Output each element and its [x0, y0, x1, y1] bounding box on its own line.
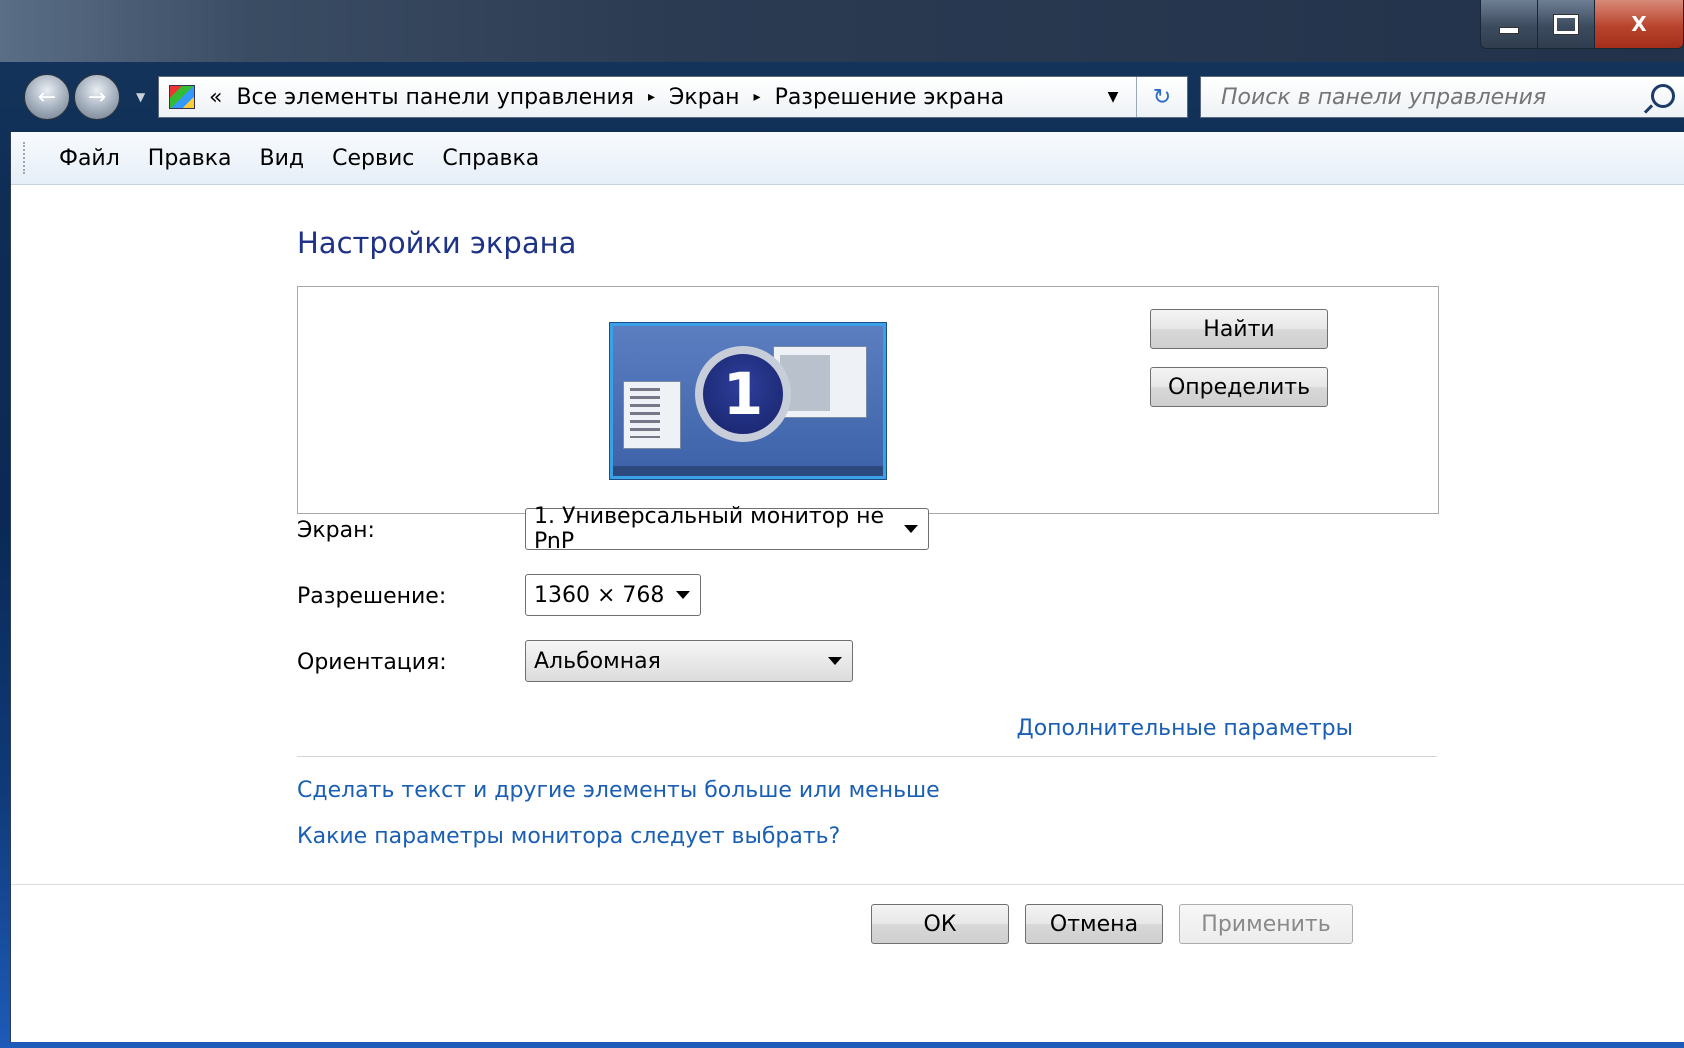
window-controls: X	[1480, 0, 1684, 49]
orientation-select[interactable]: Альбомная	[525, 640, 853, 682]
address-dropdown-icon[interactable]: ▼	[1095, 77, 1131, 117]
close-icon: X	[1631, 12, 1647, 36]
monitor-number-badge: 1	[695, 346, 791, 442]
breadcrumb-separator-icon[interactable]: ▸	[754, 89, 761, 105]
chevron-down-icon	[904, 525, 918, 533]
ok-button[interactable]: ОК	[871, 904, 1009, 944]
search-box[interactable]	[1200, 76, 1684, 118]
menu-edit[interactable]: Правка	[148, 146, 232, 171]
orientation-label: Ориентация:	[297, 650, 447, 675]
resolution-label: Разрешение:	[297, 584, 447, 609]
breadcrumb-overflow[interactable]: «	[209, 85, 222, 110]
menu-grip	[23, 142, 29, 174]
find-button[interactable]: Найти	[1150, 309, 1328, 349]
search-input[interactable]	[1219, 83, 1623, 111]
display-label: Экран:	[297, 518, 375, 543]
search-icon[interactable]	[1651, 84, 1675, 108]
apply-button[interactable]: Применить	[1179, 904, 1353, 944]
breadcrumb-display[interactable]: Экран	[669, 85, 739, 110]
menu-view[interactable]: Вид	[260, 146, 305, 171]
monitor-taskbar	[613, 466, 883, 476]
maximize-icon	[1554, 14, 1578, 34]
menu-tools[interactable]: Сервис	[332, 146, 414, 171]
text-size-link[interactable]: Сделать текст и другие элементы больше и…	[297, 778, 940, 803]
page-title: Настройки экрана	[297, 226, 577, 260]
minimize-icon	[1499, 26, 1519, 34]
chevron-down-icon	[828, 657, 842, 665]
resolution-value: 1360 × 768	[534, 582, 665, 608]
address-bar[interactable]: « Все элементы панели управления ▸ Экран…	[158, 76, 1188, 118]
monitor-settings-help-link[interactable]: Какие параметры монитора следует выбрать…	[297, 824, 840, 849]
forward-arrow-icon: →	[87, 84, 107, 110]
monitor-window-icon	[623, 381, 681, 449]
back-arrow-icon: ←	[37, 84, 57, 110]
footer-divider	[11, 884, 1684, 885]
display-value: 1. Универсальный монитор не PnP	[534, 504, 885, 554]
identify-button[interactable]: Определить	[1150, 367, 1328, 407]
breadcrumb-all-items[interactable]: Все элементы панели управления	[236, 85, 634, 110]
menu-help[interactable]: Справка	[442, 146, 539, 171]
menu-bar: Файл Правка Вид Сервис Справка	[11, 132, 1684, 185]
title-bar[interactable]: X	[0, 0, 1684, 62]
resolution-select[interactable]: 1360 × 768	[525, 574, 701, 616]
refresh-icon[interactable]: ↻	[1136, 77, 1187, 117]
forward-button[interactable]: →	[74, 74, 120, 120]
back-button[interactable]: ←	[24, 74, 70, 120]
maximize-button[interactable]	[1538, 0, 1595, 48]
cancel-button[interactable]: Отмена	[1025, 904, 1163, 944]
monitor-preview-panel: 1 Найти Определить	[297, 286, 1439, 514]
minimize-button[interactable]	[1481, 0, 1538, 48]
breadcrumb-resolution[interactable]: Разрешение экрана	[775, 85, 1005, 110]
divider	[297, 756, 1437, 757]
navigation-bar: ← → ▼ « Все элементы панели управления ▸…	[0, 62, 1684, 132]
monitor-1-icon[interactable]: 1	[610, 323, 886, 479]
content-area: Файл Правка Вид Сервис Справка Настройки…	[10, 132, 1684, 1042]
recent-pages-dropdown-icon[interactable]: ▼	[136, 90, 145, 104]
chevron-down-icon	[676, 591, 690, 599]
orientation-value: Альбомная	[534, 648, 661, 674]
display-select[interactable]: 1. Универсальный монитор не PnP	[525, 504, 929, 554]
breadcrumb-separator-icon[interactable]: ▸	[648, 89, 655, 105]
control-panel-icon	[169, 85, 195, 109]
menu-file[interactable]: Файл	[59, 146, 120, 171]
close-button[interactable]: X	[1595, 0, 1683, 48]
advanced-settings-link[interactable]: Дополнительные параметры	[1017, 716, 1354, 741]
